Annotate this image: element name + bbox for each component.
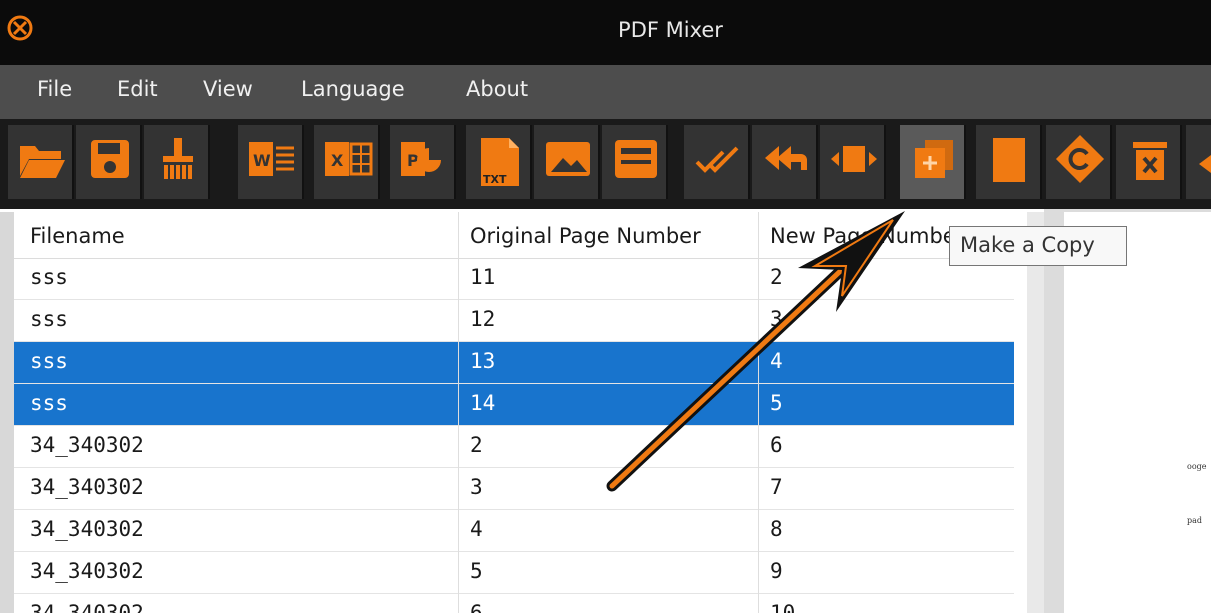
cell-new-page: 2 xyxy=(770,265,783,289)
cell-original-page: 13 xyxy=(470,349,496,373)
cell-filename: 34_340302 xyxy=(30,475,144,499)
open-folder-icon xyxy=(20,146,65,178)
table-row[interactable]: sss 14 5 xyxy=(14,384,1014,426)
cell-original-page: 11 xyxy=(470,265,496,289)
cell-filename: sss xyxy=(30,391,68,415)
excel-button[interactable]: X xyxy=(314,125,380,199)
cell-filename: 34_340302 xyxy=(30,517,144,541)
delete-button[interactable] xyxy=(1116,125,1182,199)
cell-original-page: 12 xyxy=(470,307,496,331)
menu-bar: File Edit View Language About xyxy=(0,65,1211,119)
header-filename[interactable]: Filename xyxy=(30,224,125,248)
cell-new-page: 7 xyxy=(770,475,783,499)
cell-new-page: 8 xyxy=(770,517,783,541)
cell-original-page: 6 xyxy=(470,601,483,613)
blank-page-icon xyxy=(993,138,1025,182)
svg-text:W: W xyxy=(253,151,271,170)
cell-original-page: 4 xyxy=(470,517,483,541)
scanner-button[interactable] xyxy=(602,125,668,199)
excel-icon: X xyxy=(325,142,373,176)
cell-new-page: 10 xyxy=(770,601,796,613)
cell-original-page: 3 xyxy=(470,475,483,499)
open-button[interactable] xyxy=(8,125,74,199)
cell-filename: sss xyxy=(30,265,68,289)
menu-language[interactable]: Language xyxy=(301,77,405,101)
cell-filename: 34_340302 xyxy=(30,433,144,457)
make-copy-icon xyxy=(915,140,953,178)
cell-new-page: 9 xyxy=(770,559,783,583)
image-button[interactable] xyxy=(534,125,600,199)
cell-filename: sss xyxy=(30,307,68,331)
cell-filename: 34_340302 xyxy=(30,601,144,613)
select-all-button[interactable] xyxy=(684,125,750,199)
cell-new-page: 3 xyxy=(770,307,783,331)
cell-original-page: 5 xyxy=(470,559,483,583)
cell-filename: sss xyxy=(30,349,68,373)
menu-about[interactable]: About xyxy=(466,77,528,101)
powerpoint-icon: P xyxy=(401,142,441,176)
table-row[interactable]: sss 13 4 xyxy=(14,342,1014,384)
table-row[interactable]: 34_340302 3 7 xyxy=(14,468,1014,510)
table-header: Filename Original Page Number New Page N… xyxy=(14,212,1014,259)
header-new-page[interactable]: New Page Number xyxy=(770,224,964,248)
rotate-button[interactable] xyxy=(1046,125,1112,199)
txt-button[interactable]: TXT xyxy=(466,125,532,199)
table-row[interactable]: 34_340302 5 9 xyxy=(14,552,1014,594)
cell-new-page: 6 xyxy=(770,433,783,457)
broom-clear-icon xyxy=(162,138,194,181)
cell-filename: 34_340302 xyxy=(30,559,144,583)
make-copy-button[interactable] xyxy=(900,125,966,199)
window-title: PDF Mixer xyxy=(618,18,723,42)
preview-page: ooge pad xyxy=(1064,212,1211,613)
menu-edit[interactable]: Edit xyxy=(117,77,158,101)
title-bar: PDF Mixer xyxy=(0,0,1211,65)
preview-text-line: pad xyxy=(1187,516,1203,525)
table-row[interactable]: sss 11 2 xyxy=(14,258,1014,300)
word-icon: W xyxy=(249,142,294,176)
svg-text:X: X xyxy=(331,151,344,170)
menu-file[interactable]: File xyxy=(37,77,72,101)
toolbar: W X P TXT xyxy=(0,119,1211,209)
save-icon xyxy=(91,140,129,178)
pages-table[interactable]: Filename Original Page Number New Page N… xyxy=(14,212,1044,613)
reverse-icon xyxy=(765,146,807,170)
scanner-icon xyxy=(615,140,657,178)
powerpoint-button[interactable]: P xyxy=(390,125,456,199)
column-divider xyxy=(758,212,759,613)
table-row[interactable]: 34_340302 6 10 xyxy=(14,594,1014,613)
image-icon xyxy=(546,142,590,176)
rotate-icon xyxy=(1055,134,1105,184)
resize-icon xyxy=(831,146,877,172)
partial-tool-icon xyxy=(1199,155,1211,173)
word-button[interactable]: W xyxy=(238,125,304,199)
left-panel-edge xyxy=(0,212,14,613)
table-row[interactable]: 34_340302 2 6 xyxy=(14,426,1014,468)
clear-button[interactable] xyxy=(144,125,210,199)
delete-icon xyxy=(1133,142,1167,180)
preview-text-line: ooge xyxy=(1187,462,1207,471)
header-original-page[interactable]: Original Page Number xyxy=(470,224,701,248)
cell-new-page: 5 xyxy=(770,391,783,415)
make-copy-tooltip: Make a Copy xyxy=(949,226,1127,266)
reverse-button[interactable] xyxy=(752,125,818,199)
cell-original-page: 2 xyxy=(470,433,483,457)
select-all-icon xyxy=(695,146,739,173)
more-tools-button[interactable] xyxy=(1186,125,1211,199)
table-row[interactable]: sss 12 3 xyxy=(14,300,1014,342)
save-button[interactable] xyxy=(76,125,142,199)
cell-new-page: 4 xyxy=(770,349,783,373)
table-row[interactable]: 34_340302 4 8 xyxy=(14,510,1014,552)
resize-button[interactable] xyxy=(820,125,886,199)
blank-page-button[interactable] xyxy=(976,125,1042,199)
column-divider xyxy=(458,212,459,613)
cell-original-page: 14 xyxy=(470,391,496,415)
txt-label: TXT xyxy=(483,173,507,186)
menu-view[interactable]: View xyxy=(203,77,253,101)
vertical-scrollbar[interactable] xyxy=(1027,212,1044,613)
